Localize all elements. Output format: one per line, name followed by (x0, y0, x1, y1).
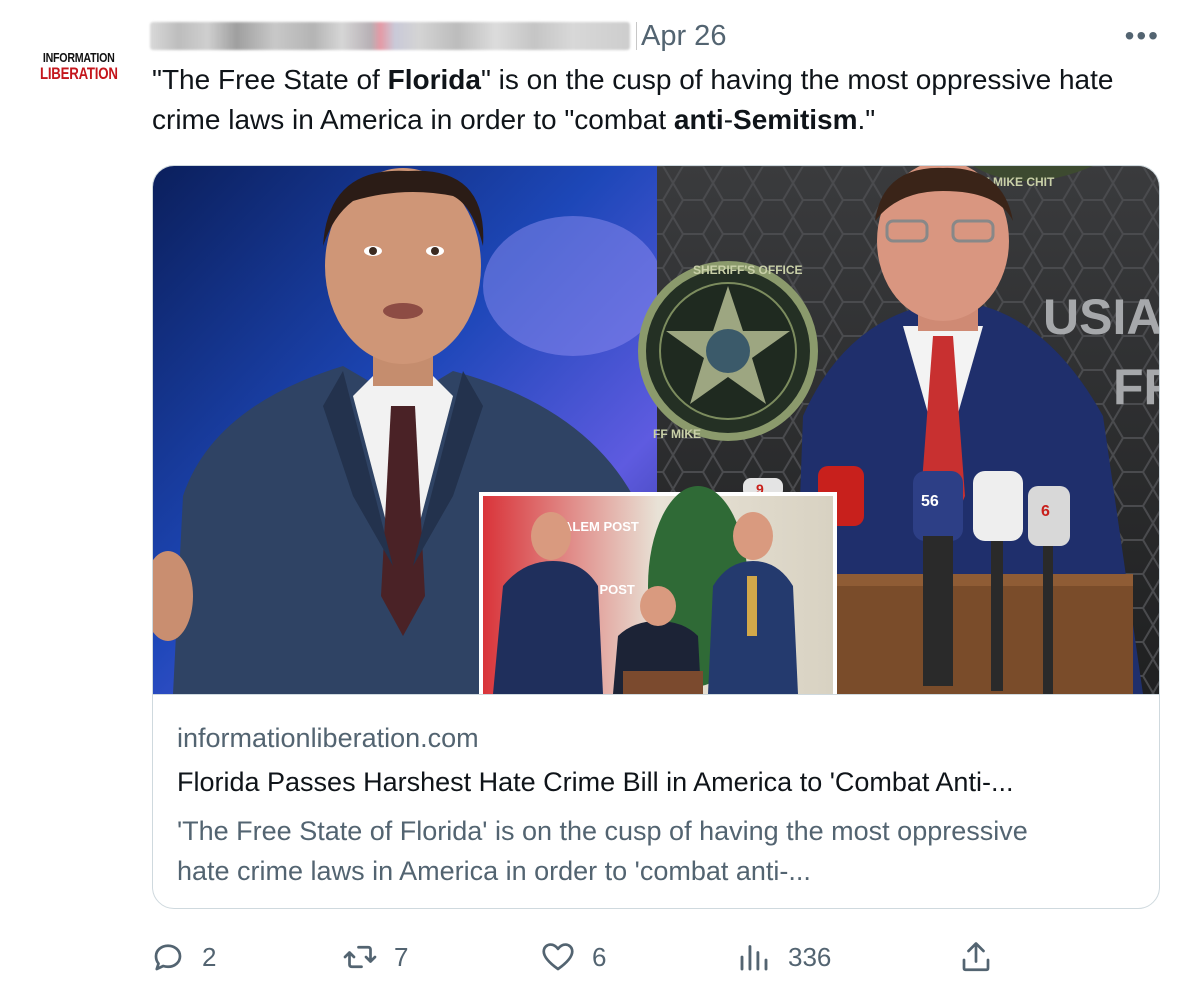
inset-banner-text-1: ALEM POST (563, 519, 639, 534)
card-info[interactable]: informationliberation.com Florida Passes… (153, 694, 1159, 908)
share-button[interactable] (958, 932, 994, 982)
tweet-text-part: "The Free State of (152, 64, 388, 95)
header-separator (636, 22, 637, 50)
tweet-text-part: - (723, 104, 734, 135)
card-title[interactable]: Florida Passes Harshest Hate Crime Bill … (177, 767, 1137, 798)
retweet-button[interactable]: 7 (342, 932, 408, 982)
tweet-text-part: ." (857, 104, 876, 135)
tweet-text: "The Free State of Florida" is on the cu… (152, 60, 1152, 140)
card-domain[interactable]: informationliberation.com (177, 723, 479, 754)
retweet-count: 7 (394, 941, 409, 972)
card-description: 'The Free State of Florida' is on the cu… (177, 816, 1028, 886)
like-button[interactable]: 6 (540, 932, 606, 982)
reply-icon (154, 944, 182, 971)
sheriff-ring-text-top: SHERIFF'S OFFICE (693, 263, 803, 277)
reply-button[interactable]: 2 (150, 932, 216, 982)
views-button[interactable]: 336 (736, 932, 831, 982)
tweet-text-bold: anti (673, 104, 724, 135)
tweet-header: Apr 26 (150, 18, 726, 54)
reply-count: 2 (202, 941, 217, 972)
like-icon (542, 943, 574, 971)
sheriff-ring-text-bottom: FF MIKE (653, 427, 701, 441)
tweet-date[interactable]: Apr 26 (641, 20, 726, 53)
tweet-actions: 2 7 6 336 (150, 932, 1010, 982)
avatar-logo-line2: LIBERATION (40, 63, 118, 83)
wall-text-1: USIA (1043, 289, 1160, 345)
more-icon[interactable]: ••• (1125, 20, 1160, 52)
mic-number-2: 56 (921, 493, 939, 510)
views-count: 336 (788, 941, 832, 972)
avatar-logo-line1: INFORMATION (43, 49, 115, 65)
like-count: 6 (592, 941, 607, 972)
share-icon (962, 942, 990, 972)
retweet-icon (343, 945, 377, 969)
mic-number-3: 6 (1041, 503, 1050, 520)
wall-text-2: FF (1113, 359, 1160, 415)
link-card[interactable]: SHERIFF'S OFFICE FF MIKE FF MIKE CHIT US… (152, 165, 1160, 909)
views-icon (740, 945, 768, 971)
author-avatar[interactable]: INFORMATION LIBERATION (36, 46, 122, 86)
tweet-text-bold: Florida (387, 64, 481, 95)
card-image[interactable]: SHERIFF'S OFFICE FF MIKE FF MIKE CHIT US… (153, 166, 1160, 694)
author-name-blurred[interactable] (150, 22, 630, 50)
tweet-text-bold: Semitism (733, 104, 858, 135)
